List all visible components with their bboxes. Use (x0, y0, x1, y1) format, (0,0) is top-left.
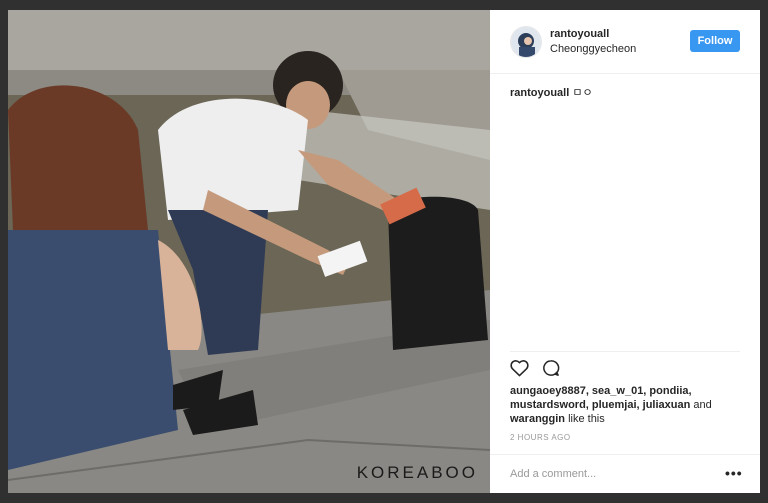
follow-button[interactable]: Follow (690, 30, 740, 52)
location-link[interactable]: Cheonggyecheon (550, 43, 636, 55)
post-timestamp[interactable]: 2 HOURS AGO (510, 433, 571, 442)
liker-names[interactable]: aungaoey8887, sea_w_01, pondiia, mustard… (510, 385, 692, 411)
caption: rantoyouall ㅁㅇ (510, 84, 593, 100)
avatar-image (511, 27, 541, 57)
post-header: rantoyouall Cheonggyecheon Follow (490, 10, 760, 74)
photo-scene (8, 10, 490, 493)
post-modal: KOREABOO rantoyouall Cheonggyecheon Foll… (0, 0, 768, 503)
likes-joiner: and (690, 399, 712, 411)
comment-bar: ••• (490, 454, 760, 493)
action-bar (510, 351, 740, 381)
caption-username[interactable]: rantoyouall (510, 87, 569, 99)
post-side-panel: rantoyouall Cheonggyecheon Follow rantoy… (490, 10, 760, 493)
comment-input[interactable] (510, 465, 710, 483)
watermark-text: KOREABOO (356, 463, 478, 482)
more-icon[interactable]: ••• (725, 465, 743, 481)
likes-suffix: like this (565, 413, 605, 425)
avatar[interactable] (510, 26, 542, 58)
liker-last-name[interactable]: waranggin (510, 413, 565, 425)
comment-icon[interactable] (542, 359, 560, 382)
post-photo[interactable]: KOREABOO (8, 10, 490, 493)
heart-icon[interactable] (510, 359, 529, 382)
likes-summary: aungaoey8887, sea_w_01, pondiia, mustard… (510, 384, 740, 426)
username-link[interactable]: rantoyouall (550, 28, 609, 40)
caption-text: ㅁㅇ (569, 87, 593, 99)
